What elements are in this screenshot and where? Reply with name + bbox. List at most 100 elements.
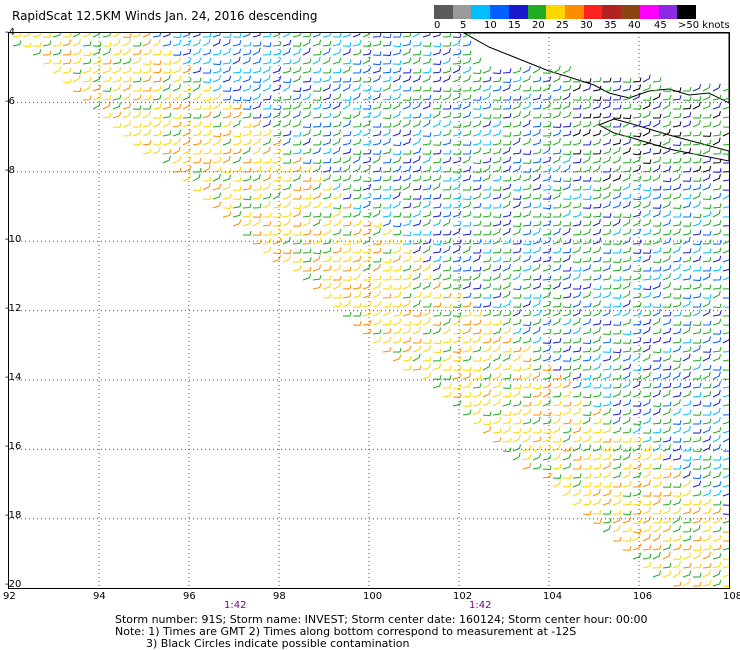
wind-barb xyxy=(512,400,522,407)
wind-barb xyxy=(492,409,502,416)
wind-barb xyxy=(262,50,272,56)
wind-barb xyxy=(422,281,431,290)
wind-barb xyxy=(562,401,572,407)
wind-barb xyxy=(592,237,602,245)
wind-barb xyxy=(642,408,652,416)
wind-barb xyxy=(212,60,222,66)
wind-barb xyxy=(612,309,622,317)
wind-barb xyxy=(642,525,652,533)
wind-barb xyxy=(722,332,729,335)
wind-barb xyxy=(252,92,261,101)
wind-barb xyxy=(322,166,332,173)
wind-barb xyxy=(452,356,462,362)
wind-barb xyxy=(342,148,352,155)
wind-barb xyxy=(322,68,332,74)
wind-barb xyxy=(702,544,712,551)
wind-barb xyxy=(472,328,482,335)
wind-barb xyxy=(642,249,652,254)
wind-barb xyxy=(682,570,692,578)
wind-barb xyxy=(482,345,492,353)
wind-barb xyxy=(342,83,351,92)
wind-barb xyxy=(132,57,141,65)
wind-barb xyxy=(452,303,462,309)
wind-barb xyxy=(482,389,491,398)
wind-barb xyxy=(212,166,222,173)
wind-barb xyxy=(642,175,652,182)
wind-barb xyxy=(522,462,532,470)
wind-barb xyxy=(382,59,392,65)
wind-barb xyxy=(712,290,721,299)
wind-barb xyxy=(472,418,482,425)
wind-barb xyxy=(582,490,592,497)
wind-barb xyxy=(712,120,722,128)
wind-barb xyxy=(412,264,422,272)
wind-barb xyxy=(692,213,702,219)
wind-barb xyxy=(142,49,152,56)
wind-barb xyxy=(502,327,511,335)
wind-barb xyxy=(622,339,632,344)
wind-barb xyxy=(452,182,461,191)
wind-barb xyxy=(612,329,622,335)
wind-barb xyxy=(602,147,612,155)
wind-barb xyxy=(412,86,422,92)
wind-barb xyxy=(532,416,541,425)
wind-barb xyxy=(412,155,421,164)
wind-barb xyxy=(612,95,622,101)
wind-barb xyxy=(293,194,302,200)
wind-barb xyxy=(332,204,342,210)
wind-barb xyxy=(422,308,431,317)
wind-barb xyxy=(222,104,232,110)
wind-barb xyxy=(362,157,372,164)
wind-barb xyxy=(362,319,372,326)
wind-barb xyxy=(112,111,122,119)
wind-barb xyxy=(712,569,721,578)
wind-barb xyxy=(643,266,652,272)
wind-barb xyxy=(552,257,562,263)
wind-barb xyxy=(592,300,601,308)
wind-barb xyxy=(592,193,602,200)
wind-barb xyxy=(632,184,642,191)
wind-barb xyxy=(452,275,462,281)
wind-barb xyxy=(133,86,142,92)
wind-barb xyxy=(722,574,729,578)
wind-barb xyxy=(272,237,282,245)
wind-barb xyxy=(632,256,642,263)
wind-barb xyxy=(662,562,672,569)
wind-barb xyxy=(442,156,452,164)
wind-barb xyxy=(642,562,652,569)
wind-barb xyxy=(242,184,252,191)
wind-barb xyxy=(312,274,322,281)
wind-barb xyxy=(372,139,382,146)
wind-barb xyxy=(252,203,262,209)
wind-barb xyxy=(662,264,672,272)
wind-barb xyxy=(412,238,422,245)
scale-color-4 xyxy=(508,5,528,19)
wind-barb xyxy=(222,75,232,83)
wind-barb xyxy=(412,246,421,254)
wind-barb xyxy=(522,427,532,434)
wind-barb xyxy=(722,234,729,236)
wind-barb xyxy=(502,140,512,146)
wind-barb xyxy=(282,177,292,182)
wind-barb xyxy=(602,453,612,461)
wind-barb xyxy=(602,393,612,398)
wind-barb xyxy=(652,266,662,272)
wind-barb xyxy=(622,347,632,353)
wind-barb xyxy=(202,148,212,155)
wind-barb xyxy=(652,102,662,110)
wind-barb xyxy=(482,320,492,326)
wind-barb xyxy=(462,245,471,254)
wind-barb xyxy=(502,273,512,281)
wind-barb xyxy=(342,203,352,209)
wind-barb xyxy=(452,112,462,119)
wind-barb xyxy=(322,40,332,47)
wind-barb xyxy=(652,454,662,461)
wind-barb xyxy=(632,195,642,201)
wind-barb xyxy=(682,346,692,353)
wind-barb xyxy=(462,75,471,83)
wind-barb xyxy=(402,355,412,362)
wind-barb xyxy=(262,120,271,128)
wind-barb xyxy=(212,84,222,92)
wind-barb xyxy=(302,273,312,281)
wind-barb xyxy=(552,212,562,218)
